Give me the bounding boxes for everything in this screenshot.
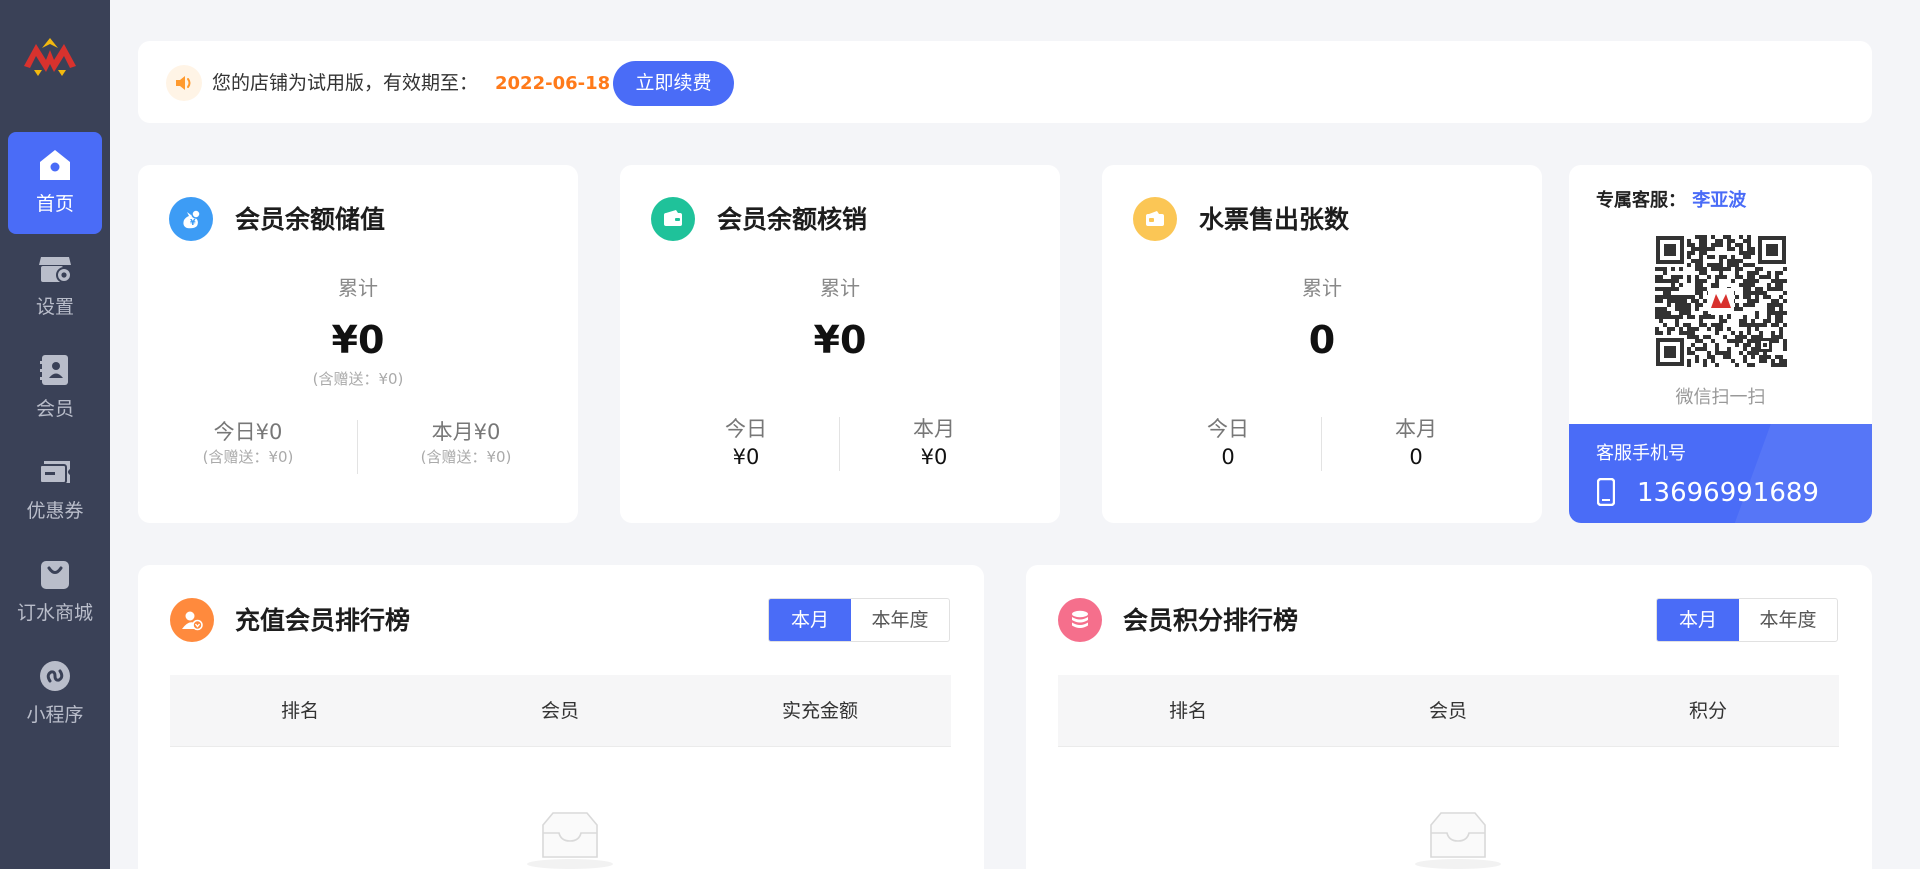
brand-logo[interactable] <box>20 36 90 88</box>
stat-title: 会员余额储值 <box>235 205 386 234</box>
store-settings-icon <box>38 251 72 285</box>
speaker-icon <box>166 65 202 101</box>
sidebar-item-label: 设置 <box>35 296 74 318</box>
service-label: 专属客服： <box>1596 190 1686 211</box>
month-label: 本月 <box>913 417 955 441</box>
today-stat: 今日 0 <box>1128 415 1328 471</box>
today-gift: (含赠送：¥0) <box>202 448 294 466</box>
month-gift: (含赠送：¥0) <box>420 448 512 466</box>
wechat-qr-code <box>1654 234 1788 368</box>
points-ranking-card: 会员积分排行榜 本月 本年度 排名 会员 积分 <box>1026 565 1872 869</box>
sidebar: 首页 设置 会员 优惠券 订水商城 小程序 <box>0 0 110 869</box>
column-header-member: 会员 <box>540 700 579 722</box>
today-label: 今日 <box>725 417 767 441</box>
recharge-ranking-card: 充值会员排行榜 本月 本年度 排名 会员 实充金额 <box>138 565 984 869</box>
stat-title: 水票售出张数 <box>1199 205 1350 234</box>
period-toggle: 本月 本年度 <box>1656 598 1838 642</box>
month-label: 本月 <box>1395 417 1437 441</box>
home-icon <box>38 148 72 182</box>
month-stat: 本月 0 <box>1316 415 1516 471</box>
expiry-date: 2022-06-18 <box>495 73 611 94</box>
cumulative-label: 累计 <box>338 276 378 300</box>
mobile-phone-icon <box>1596 477 1616 510</box>
sidebar-item-label: 小程序 <box>26 704 84 726</box>
phone-label: 客服手机号 <box>1596 443 1686 464</box>
member-card-icon <box>38 353 72 387</box>
stat-card-balance-writeoff: 会员余额核销 累计 ¥0 今日 ¥0 本月 ¥0 <box>620 165 1060 523</box>
member-rank-icon <box>170 598 214 642</box>
sidebar-item-members[interactable]: 会员 <box>8 337 102 439</box>
sidebar-item-label: 优惠券 <box>26 500 84 522</box>
coupon-icon <box>38 455 72 489</box>
renew-button[interactable]: 立即续费 <box>613 61 734 106</box>
service-name: 李亚波 <box>1692 190 1747 211</box>
column-header-amount: 实充金额 <box>781 700 858 722</box>
month-stat: 本月 ¥0 <box>834 415 1034 471</box>
trial-notice-text: 您的店铺为试用版，有效期至： <box>212 72 479 94</box>
cumulative-value: 0 <box>1308 318 1336 362</box>
sidebar-item-label: 首页 <box>35 193 74 215</box>
stat-card-balance-recharge: ¥ 会员余额储值 累计 ¥0 (含赠送：¥0) 今日¥0 (含赠送：¥0) 本月… <box>138 165 578 523</box>
tab-this-month[interactable]: 本月 <box>1657 599 1739 641</box>
sidebar-item-coupons[interactable]: 优惠券 <box>8 439 102 541</box>
month-value: ¥0 <box>920 445 948 469</box>
column-header-member: 会员 <box>1428 700 1467 722</box>
service-phone-box: 客服手机号 13696991689 <box>1569 424 1872 523</box>
column-header-points: 积分 <box>1688 700 1727 722</box>
mini-program-icon <box>38 659 72 693</box>
phone-number: 13696991689 <box>1637 478 1819 508</box>
cumulative-value: ¥0 <box>813 318 867 362</box>
month-value: 0 <box>1409 445 1423 469</box>
today-value: 0 <box>1221 445 1235 469</box>
ranking-title: 会员积分排行榜 <box>1123 606 1299 635</box>
tab-this-year[interactable]: 本年度 <box>1739 599 1837 641</box>
service-header: 专属客服： 李亚波 <box>1596 189 1746 213</box>
sidebar-item-settings[interactable]: 设置 <box>8 235 102 337</box>
cumulative-label: 累计 <box>1302 276 1342 300</box>
ticket-wallet-icon <box>1133 197 1177 241</box>
tab-this-month[interactable]: 本月 <box>769 599 851 641</box>
customer-service-card: 专属客服： 李亚波 微信扫一扫 客服手机号 13696991689 <box>1569 165 1872 523</box>
table-header: 排名 会员 积分 <box>1058 675 1839 747</box>
table-header: 排名 会员 实充金额 <box>170 675 951 747</box>
sidebar-item-home[interactable]: 首页 <box>8 132 102 234</box>
sidebar-item-water-mall[interactable]: 订水商城 <box>8 541 102 643</box>
tab-this-year[interactable]: 本年度 <box>851 599 949 641</box>
shopping-bag-icon <box>38 557 72 591</box>
month-amount: 本月¥0 <box>431 420 501 444</box>
sidebar-item-label: 会员 <box>35 398 74 420</box>
trial-notice-bar: 您的店铺为试用版，有效期至： 2022-06-18 立即续费 <box>138 41 1872 123</box>
cumulative-gift: (含赠送：¥0) <box>312 370 404 388</box>
wechat-scan-text: 微信扫一扫 <box>1675 387 1766 408</box>
today-stat: 今日 ¥0 <box>646 415 846 471</box>
stat-card-water-tickets: 水票售出张数 累计 0 今日 0 本月 0 <box>1102 165 1542 523</box>
today-value: ¥0 <box>732 445 760 469</box>
today-stat: 今日¥0 (含赠送：¥0) <box>148 418 348 468</box>
svg-text:¥: ¥ <box>190 218 196 227</box>
coin-stack-icon <box>1058 598 1102 642</box>
sidebar-item-label: 订水商城 <box>16 602 93 624</box>
sidebar-item-mini-program[interactable]: 小程序 <box>8 643 102 745</box>
ranking-title: 充值会员排行榜 <box>235 606 411 635</box>
empty-inbox-icon <box>1413 809 1503 869</box>
money-bag-icon: ¥ <box>169 197 213 241</box>
column-header-rank: 排名 <box>1168 700 1207 722</box>
stat-title: 会员余额核销 <box>717 205 868 234</box>
today-amount: 今日¥0 <box>213 420 283 444</box>
wallet-icon <box>651 197 695 241</box>
cumulative-value: ¥0 <box>331 318 385 362</box>
today-label: 今日 <box>1207 417 1249 441</box>
month-stat: 本月¥0 (含赠送：¥0) <box>366 418 566 468</box>
cumulative-label: 累计 <box>820 276 860 300</box>
empty-inbox-icon <box>525 809 615 869</box>
column-divider <box>357 420 358 474</box>
period-toggle: 本月 本年度 <box>768 598 950 642</box>
column-header-rank: 排名 <box>280 700 319 722</box>
